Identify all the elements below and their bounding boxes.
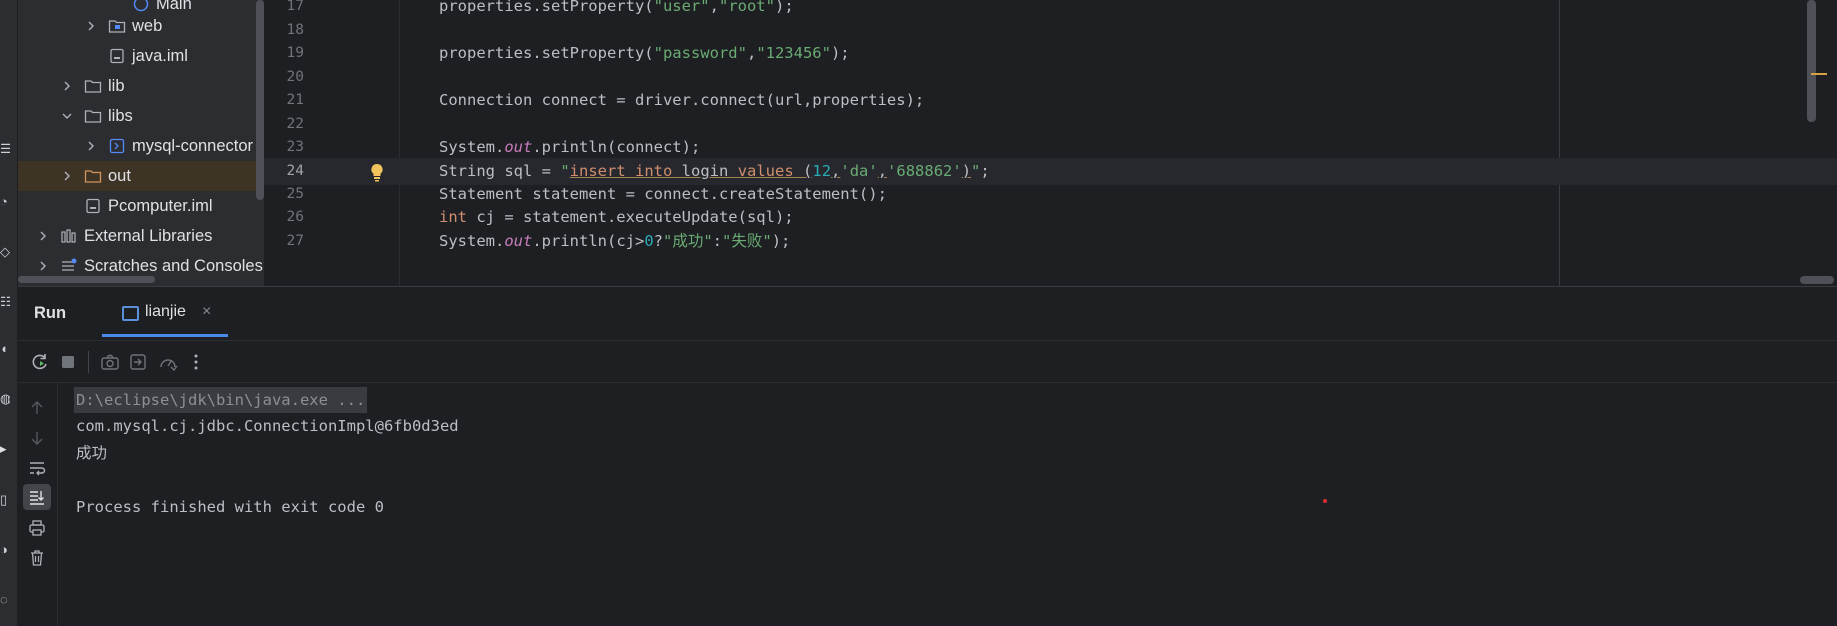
console-exit-line: Process finished with exit code 0 [76,498,384,516]
code-line-26[interactable]: 26 int cj = statement.executeUpdate(sql); [264,204,1837,231]
tree-item-label: java.iml [132,47,188,65]
iml-file-icon [84,198,102,214]
tree-item-label: lib [108,77,125,95]
tree-item-external-libraries[interactable]: External Libraries [18,221,264,251]
run-tab-label: lianjie [145,303,186,320]
notifications-icon[interactable]: ◖ [0,342,10,356]
arrow-up-icon[interactable] [23,395,51,421]
rerun-icon[interactable] [28,350,52,374]
tree-item-mysql-connector[interactable]: mysql-connector [18,131,264,161]
code-text: Connection connect = driver.connect(url,… [439,91,925,109]
close-tab-icon[interactable]: × [202,303,211,321]
warning-marker[interactable] [1811,73,1827,75]
problems-icon[interactable]: ◑ [0,543,10,557]
tree-item-out[interactable]: out [18,161,264,191]
console-command-line[interactable]: D:\eclipse\jdk\bin\java.exe ... [74,387,368,413]
scroll-to-end-icon[interactable] [23,484,51,510]
code-text: int cj = statement.executeUpdate(sql); [439,208,794,226]
tree-item-label: web [132,17,163,35]
git-icon[interactable]: ◌ [0,593,10,607]
code-editor[interactable]: 17 properties.setProperty("user","root");… [264,0,1837,286]
tree-vertical-scrollbar[interactable] [256,0,264,200]
console-side-toolbar [18,383,58,626]
tree-item-label: External Libraries [84,227,213,245]
line-number[interactable]: 19 [264,40,304,67]
line-number[interactable]: 21 [264,87,304,114]
run-config-tab[interactable]: lianjie × [102,293,228,337]
console-line: com.mysql.cj.jdbc.ConnectionImpl@6fb0d3e… [76,417,459,435]
restore-layout-icon[interactable] [126,350,150,374]
editor-vertical-scrollbar[interactable] [1807,0,1816,122]
services-icon[interactable]: ◇ [0,245,10,259]
libraries-icon [60,228,78,244]
folder-icon [84,78,102,94]
run-title: Run [34,304,67,322]
jar-icon [108,138,126,154]
project-tree: Main web java.iml lib libs mysql-connect… [18,0,264,286]
bookmarks-icon[interactable]: ◔ [0,195,10,209]
profiler-icon[interactable] [156,350,180,374]
debug-icon[interactable]: ◍ [0,392,10,406]
editor-horizontal-scrollbar[interactable] [1800,276,1834,284]
chevron-right-icon[interactable] [38,231,48,241]
excluded-folder-icon [84,168,102,184]
tree-horizontal-scrollbar[interactable] [18,276,155,283]
chevron-right-icon[interactable] [62,81,72,91]
tree-item-pcomputer-iml[interactable]: Pcomputer.iml [18,191,264,221]
console-output[interactable]: D:\eclipse\jdk\bin\java.exe ... com.mysq… [74,383,1814,626]
code-text: System.out.println(connect); [439,138,701,156]
chevron-down-icon[interactable] [62,111,72,121]
camera-icon[interactable] [98,350,122,374]
print-icon[interactable] [23,515,51,541]
code-line-27[interactable]: 27 System.out.println(cj>0?"成功":"失败"); [264,228,1837,255]
tree-item-libs[interactable]: libs [18,101,264,131]
soft-wrap-icon[interactable] [23,455,51,481]
line-number[interactable]: 23 [264,134,304,161]
console-line: 成功 [76,444,108,462]
folder-icon [84,108,102,124]
scratches-icon [60,258,78,274]
code-line-21[interactable]: 21 Connection connect = driver.connect(ur… [264,87,1837,114]
cursor-dot [1323,499,1327,503]
line-number[interactable]: 27 [264,228,304,255]
code-text: System.out.println(cj>0?"成功":"失败"); [439,232,791,250]
tree-item-java-iml[interactable]: java.iml [18,41,264,71]
chevron-right-icon[interactable] [62,171,72,181]
trash-icon[interactable] [23,545,51,571]
code-line-19[interactable]: 19 properties.setProperty("password","123… [264,40,1837,67]
chevron-right-icon[interactable] [86,141,96,151]
stop-icon[interactable] [56,350,80,374]
run-tool-window: Run lianjie × D:\eclipse\jdk\bin\java.ex… [18,286,1837,626]
console-tab-icon [122,306,139,321]
code-text: properties.setProperty("password","12345… [439,44,850,62]
structure-icon[interactable]: ☰ [0,142,10,156]
chevron-right-icon[interactable] [38,261,48,271]
run-header: Run lianjie × [18,287,1837,341]
module-folder-icon [108,18,126,34]
tree-item-label: out [108,167,131,185]
db-icon[interactable]: ☷ [0,295,10,309]
lightbulb-icon[interactable] [369,162,385,182]
line-number[interactable]: 26 [264,204,304,231]
tree-item-label: libs [108,107,133,125]
run-toolbar [18,341,1837,383]
more-options-icon[interactable] [184,350,208,374]
tree-item-label: mysql-connector [132,137,254,155]
code-line-23[interactable]: 23 System.out.println(connect); [264,134,1837,161]
toolbar-separator [88,351,89,373]
terminal-icon[interactable]: ▯ [0,493,10,507]
arrow-down-icon[interactable] [23,425,51,451]
chevron-right-icon[interactable] [86,21,96,31]
tree-item-label: Pcomputer.iml [108,197,213,215]
iml-file-icon [108,48,126,64]
tool-window-strip: ☰ ◔ ◇ ☷ ◖ ◍ ▸ ▯ ◑ ◌ [0,0,18,626]
tree-item-web[interactable]: web [18,11,264,41]
tree-item-lib[interactable]: lib [18,71,264,101]
run-tool-icon[interactable]: ▸ [0,442,10,456]
